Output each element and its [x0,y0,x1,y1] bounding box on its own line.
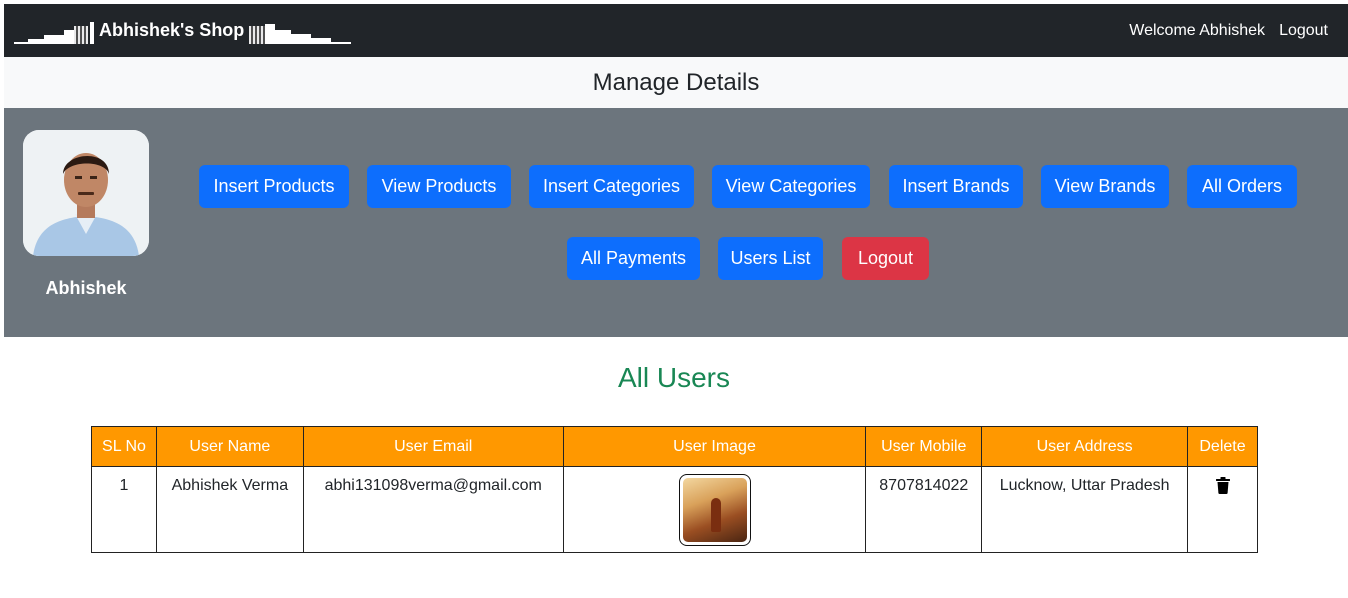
column-header: User Email [302,426,564,467]
view-products-button[interactable]: View Products [367,165,511,208]
admin-panel: Abhishek Insert Products View Products I… [4,108,1348,337]
all-payments-button[interactable]: All Payments [567,237,700,280]
view-brands-button[interactable]: View Brands [1041,165,1169,208]
section-title: All Users [617,362,730,393]
welcome-link[interactable]: Welcome Abhishek [1129,22,1265,40]
insert-products-button[interactable]: Insert Products [199,165,349,208]
profile-name: Abhishek [45,278,127,298]
page-title: Manage Details [592,68,760,96]
navbar-logout-link[interactable]: Logout [1279,22,1328,40]
table-header-row: SL No User Name User Email User Image Us… [91,426,1258,467]
all-orders-button[interactable]: All Orders [1187,165,1297,208]
cell-user-image [562,466,867,553]
column-header: User Address [981,426,1188,467]
trash-icon[interactable] [1215,477,1230,499]
avatar-photo [23,130,149,256]
cell-user-email: abhi131098verma@gmail.com [302,466,564,553]
column-header: User Name [155,426,304,467]
manage-details-header: Manage Details [4,57,1348,108]
cell-sl-no: 1 [91,466,157,553]
users-list-button[interactable]: Users List [718,237,823,280]
insert-brands-button[interactable]: Insert Brands [889,165,1023,208]
brand-logo[interactable]: Abhishek's Shop [14,4,352,57]
cell-user-address: Lucknow, Uttar Pradesh [981,466,1188,553]
cell-user-name: Abhishek Verma [155,466,304,553]
table-row: 1 Abhishek Verma abhi131098verma@gmail.c… [91,466,1258,553]
cell-user-mobile: 8707814022 [865,466,983,553]
view-categories-button[interactable]: View Categories [712,165,870,208]
column-header: SL No [91,426,157,467]
column-header: User Mobile [865,426,983,467]
user-image-thumbnail [678,474,751,546]
profile-card: Abhishek [23,130,149,299]
avatar [23,130,149,256]
brand-name: Abhishek's Shop [99,20,245,40]
top-navbar: Abhishek's Shop Welcome Abhishek Logout [4,4,1348,57]
insert-categories-button[interactable]: Insert Categories [529,165,694,208]
brand-left-art [14,18,94,44]
panel-logout-button[interactable]: Logout [842,237,929,280]
brand-right-art [249,18,352,44]
column-header: User Image [562,426,867,467]
cell-delete [1187,466,1258,553]
users-table: SL No User Name User Email User Image Us… [91,426,1258,553]
column-header: Delete [1187,426,1258,467]
